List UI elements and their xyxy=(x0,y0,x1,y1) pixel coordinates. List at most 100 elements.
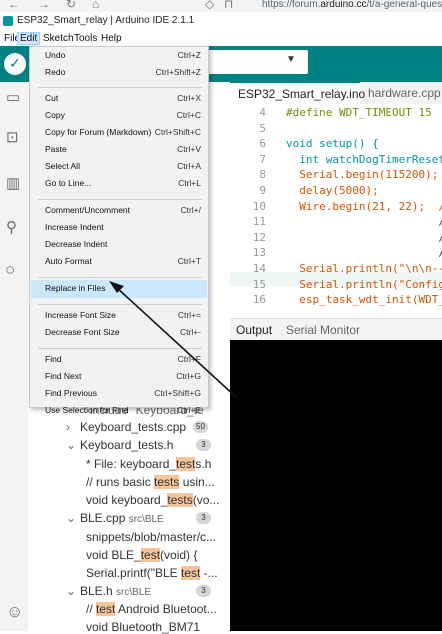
menu-item-decrease-font-size[interactable]: Decrease Font Size Ctrl+- xyxy=(31,324,207,342)
result-match-7[interactable]: // test Android Bluetoot... xyxy=(86,602,217,616)
home-icon[interactable]: ⌂ xyxy=(92,0,99,11)
menu-item-copy-for-forum-markdown[interactable]: Copy for Forum (Markdown)Ctrl+Shift+C xyxy=(31,124,207,142)
tab-hardware-cpp[interactable]: hardware.cpp xyxy=(362,82,442,104)
menu-item-shortcut: Ctrl+- xyxy=(180,327,201,337)
menu-item-paste[interactable]: PasteCtrl+V xyxy=(31,141,207,159)
menu-item-shortcut: Ctrl+Shift+C xyxy=(155,127,201,137)
menu-item-label: Cut xyxy=(45,93,58,103)
menu-item-label: Paste xyxy=(45,144,67,154)
menu-item-find[interactable]: FindCtrl+F xyxy=(31,351,207,369)
menu-item-comment-uncomment[interactable]: Comment/UncommentCtrl+/ xyxy=(31,202,207,220)
menu-item-find-next[interactable]: Find Next Ctrl+G xyxy=(31,368,207,386)
file-path: src\BLE xyxy=(116,587,151,598)
menu-item-increase-indent[interactable]: Increase Indent xyxy=(31,219,207,237)
verify-button[interactable]: ✓ xyxy=(4,53,26,75)
code-line: Serial.println("\n\n-- xyxy=(286,262,442,275)
menu-item-cut[interactable]: Cut Ctrl+X xyxy=(31,90,207,108)
code-line: delay(5000); xyxy=(286,184,379,197)
result-match-3[interactable]: void keyboard_tests(vo... xyxy=(86,493,219,507)
menu-item-increase-font-size[interactable]: Increase Font SizeCtrl+= xyxy=(31,307,207,325)
menu-item-find-previous[interactable]: Find PreviousCtrl+Shift+G xyxy=(31,385,207,403)
code-line: int watchDogTimerReset xyxy=(286,153,442,166)
menu-item-label: Increase Font Size xyxy=(45,310,116,320)
menu-item-copy[interactable]: CopyCtrl+C xyxy=(31,107,207,125)
match-text: (vo... xyxy=(193,493,220,507)
edit-menu-dropdown: UndoCtrl+ZRedoCtrl+Shift+ZCutCtrl+XCopyC… xyxy=(29,46,209,408)
menu-item-label: Decrease Indent xyxy=(45,239,107,249)
menu-help[interactable]: Help xyxy=(99,33,124,44)
tab-serial-monitor[interactable]: Serial Monitor xyxy=(286,323,360,337)
menu-item-label: Auto Format xyxy=(45,256,92,266)
sketchbook-icon[interactable]: ▭ xyxy=(6,90,22,106)
menu-edit[interactable]: Edit xyxy=(17,32,40,45)
tab-output[interactable]: Output xyxy=(236,323,272,337)
result-file-ble-h[interactable]: BLE.h src\BLE xyxy=(80,584,151,598)
result-match-5[interactable]: void BLE_test(void) { xyxy=(86,548,197,562)
address-bar[interactable]: https://forum.arduino.cc/t/a-general-que… xyxy=(262,0,442,10)
menu-item-shortcut: Ctrl+G xyxy=(176,371,201,381)
debug-icon[interactable]: ⚲ xyxy=(6,220,22,236)
code-line: / xyxy=(286,246,442,259)
menu-item-label: Decrease Font Size xyxy=(45,327,120,337)
match-text: (void) { xyxy=(160,548,197,562)
menu-item-undo[interactable]: UndoCtrl+Z xyxy=(31,47,207,65)
output-console[interactable] xyxy=(230,340,442,631)
result-file-ble-cpp[interactable]: BLE.cpp src\BLE xyxy=(80,511,164,525)
menu-separator xyxy=(38,199,202,200)
url-prefix: https://forum. xyxy=(262,0,320,10)
menu-item-label: Use Selection for Find xyxy=(45,405,129,415)
reload-icon[interactable]: ↻ xyxy=(66,0,76,11)
result-match-2[interactable]: // runs basic tests usin... xyxy=(86,475,215,489)
match-highlight: test xyxy=(141,548,160,562)
back-arrow-icon[interactable]: ← xyxy=(8,0,20,11)
menu-item-label: Select All xyxy=(45,161,80,171)
result-file-keyboard-cpp[interactable]: Keyboard_tests.cpp xyxy=(80,420,186,434)
line-number: 11 xyxy=(230,215,266,228)
menu-item-go-to-line[interactable]: Go to Line...Ctrl+L xyxy=(31,175,207,193)
menu-item-shortcut: Ctrl+A xyxy=(177,161,201,171)
file-path: src\BLE xyxy=(129,514,164,525)
menu-item-select-all[interactable]: Select All Ctrl+A xyxy=(31,158,207,176)
profile-icon[interactable]: ☺ xyxy=(6,604,22,620)
file-name: BLE.cpp xyxy=(80,511,125,525)
menu-item-decrease-indent[interactable]: Decrease Indent xyxy=(31,236,207,254)
tab-esp32-smart-relay[interactable]: ESP32_Smart_relay.ino xyxy=(230,82,360,105)
chevron-down-icon[interactable]: ⌄ xyxy=(66,584,76,598)
menu-item-label: Go to Line... xyxy=(45,178,91,188)
chevron-down-icon[interactable]: ▼ xyxy=(286,54,296,65)
line-number: 7 xyxy=(230,153,266,166)
menu-sketch[interactable]: Sketch xyxy=(41,33,76,44)
window-title: ESP32_Smart_relay | Arduino IDE 2.1.1 xyxy=(17,15,194,26)
menu-item-shortcut: Ctrl+E xyxy=(177,405,201,415)
menu-item-use-selection-for-find[interactable]: Use Selection for Find Ctrl+E xyxy=(31,402,207,420)
boards-manager-icon[interactable]: ⊡ xyxy=(6,130,22,146)
chevron-down-icon[interactable]: ⌄ xyxy=(66,438,76,452)
code-line: esp_task_wdt_init(WDT_ xyxy=(286,293,442,306)
menu-item-shortcut: Ctrl+X xyxy=(177,93,201,103)
code-line: / xyxy=(286,215,442,228)
menu-item-label: Copy xyxy=(45,110,65,120)
result-count-badge: 50 xyxy=(193,421,208,433)
match-text: // runs basic xyxy=(86,475,154,489)
forward-arrow-icon[interactable]: → xyxy=(38,0,50,11)
menu-item-replace-in-files[interactable]: Replace in Files xyxy=(31,280,207,298)
menu-item-label: Replace in Files xyxy=(45,283,105,293)
menu-item-redo[interactable]: RedoCtrl+Shift+Z xyxy=(31,64,207,82)
match-highlight: tests xyxy=(167,493,192,507)
result-match-1[interactable]: * File: keyboard_tests.h xyxy=(86,457,211,471)
menu-item-auto-format[interactable]: Auto FormatCtrl+T xyxy=(31,253,207,271)
code-line: Serial.begin(115200); xyxy=(286,168,438,181)
menu-item-label: Find Next xyxy=(45,371,81,381)
result-match-4[interactable]: snippets/blob/master/c... xyxy=(86,530,216,544)
result-match-6[interactable]: Serial.printf("BLE test -... xyxy=(86,566,218,580)
menu-separator xyxy=(38,87,202,88)
library-manager-icon[interactable]: ▥ xyxy=(6,176,22,192)
result-match-8[interactable]: void Bluetooth_BM71 xyxy=(86,620,200,634)
match-text: usin... xyxy=(179,475,214,489)
menu-tools[interactable]: Tools xyxy=(72,33,99,44)
chevron-down-icon[interactable]: ⌄ xyxy=(66,511,76,525)
code-line: void setup() { xyxy=(286,137,379,150)
search-icon[interactable]: ○ xyxy=(5,262,21,278)
chevron-right-icon[interactable]: › xyxy=(66,420,70,434)
result-file-keyboard-h[interactable]: Keyboard_tests.h xyxy=(80,438,173,452)
